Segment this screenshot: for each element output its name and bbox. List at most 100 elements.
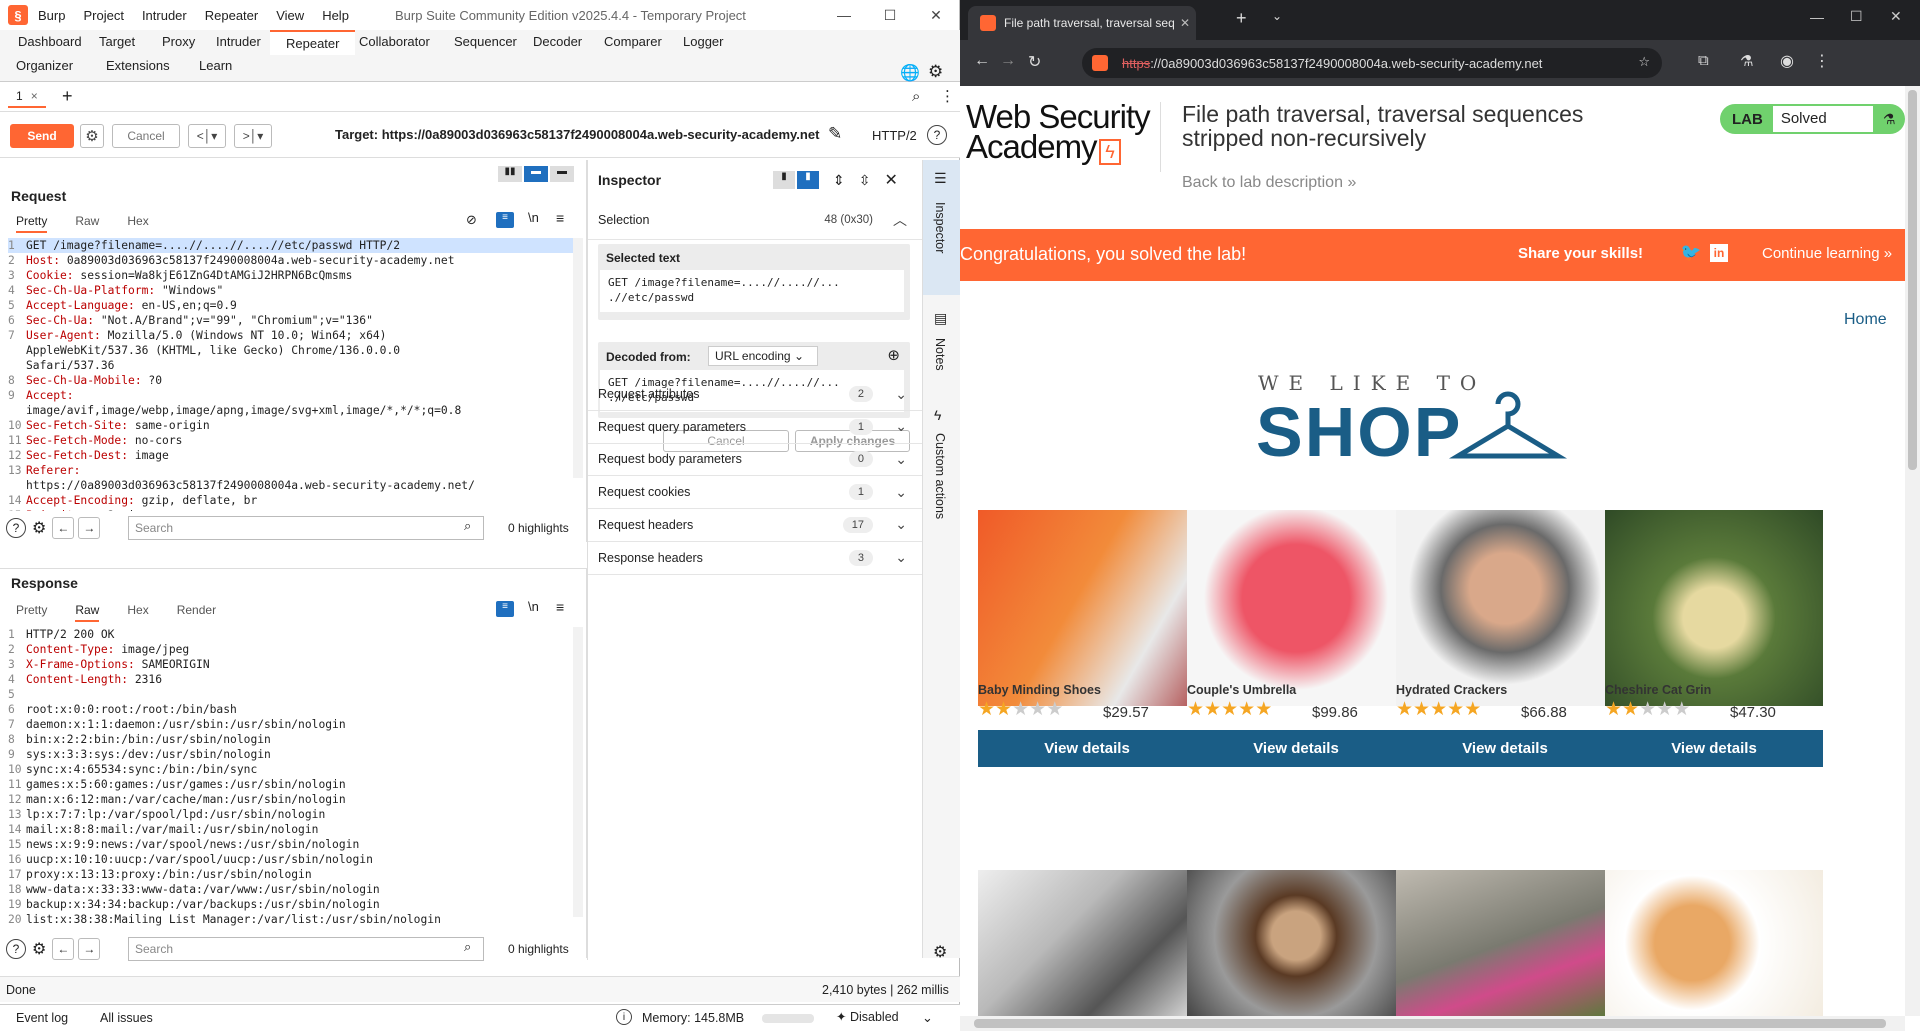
- selected-text-value[interactable]: GET /image?filename=....//....//... .//e…: [600, 270, 904, 312]
- inspector-section-row[interactable]: Response headers 3 ⌄: [588, 542, 923, 575]
- tab-hex[interactable]: Hex: [127, 214, 148, 233]
- chevron-down-icon[interactable]: ⌄: [895, 549, 907, 566]
- side-tab-inspector[interactable]: ☰ Inspector: [923, 160, 960, 295]
- close-icon[interactable]: ✕: [913, 0, 959, 30]
- layout-split-icon[interactable]: ▮▮: [498, 166, 522, 182]
- menu-icon[interactable]: ⋮: [1814, 51, 1830, 71]
- chevron-down-icon[interactable]: ⌄: [895, 516, 907, 533]
- help-icon[interactable]: ?: [6, 518, 26, 538]
- linkedin-icon[interactable]: in: [1710, 244, 1728, 262]
- prev-match-icon[interactable]: ←: [52, 517, 75, 539]
- http-version[interactable]: HTTP/2: [872, 128, 917, 143]
- forward-nav-button[interactable]: >│▾: [234, 124, 272, 148]
- tab-organizer[interactable]: Organizer: [0, 54, 89, 77]
- academy-logo[interactable]: Web Security Academy ϟ: [966, 100, 1151, 165]
- more-menu-icon[interactable]: ⋮: [940, 87, 955, 105]
- page-scroll-thumb[interactable]: [1908, 90, 1917, 470]
- globe-icon[interactable]: 🌐: [900, 63, 920, 83]
- profile-icon[interactable]: ◉: [1780, 51, 1794, 71]
- settings-gear-icon[interactable]: ⚙: [933, 942, 947, 962]
- chevron-down-icon[interactable]: ⌄: [922, 1010, 933, 1026]
- wrap-icon[interactable]: ≡: [496, 601, 514, 617]
- minimize-icon[interactable]: —: [821, 0, 867, 30]
- inspector-section-row[interactable]: Request attributes 2 ⌄: [588, 378, 923, 411]
- view-details-button[interactable]: View details: [978, 730, 1196, 767]
- layout-left-icon[interactable]: ▮: [773, 171, 795, 189]
- minimize-icon[interactable]: —: [1810, 9, 1824, 25]
- chevron-down-icon[interactable]: ⌄: [895, 484, 907, 501]
- search-icon[interactable]: ⌕: [912, 88, 920, 105]
- inspector-section-row[interactable]: Request query parameters 1 ⌄: [588, 411, 923, 444]
- view-details-button[interactable]: View details: [1187, 730, 1405, 767]
- chevron-down-icon[interactable]: ⌄: [895, 418, 907, 435]
- tab-raw[interactable]: Raw: [75, 214, 99, 233]
- response-search-input[interactable]: Search: [128, 937, 484, 961]
- menu-item-view[interactable]: View: [276, 8, 304, 23]
- inspector-section-row[interactable]: Request headers 17 ⌄: [588, 509, 923, 542]
- layout-toggle[interactable]: ▮▮ ▬ ▬: [498, 165, 578, 183]
- product-image[interactable]: [978, 510, 1196, 706]
- decode-select[interactable]: URL encoding ⌄: [708, 346, 818, 366]
- layout-right-icon[interactable]: ▮: [797, 171, 819, 189]
- tab-comparer[interactable]: Comparer: [588, 30, 678, 53]
- request-editor[interactable]: 1 GET /image?filename=....//....//....//e…: [8, 238, 573, 511]
- menu-item-intruder[interactable]: Intruder: [142, 8, 187, 23]
- tab-list-icon[interactable]: ⌄: [1272, 9, 1282, 23]
- tab-pretty[interactable]: Pretty: [16, 214, 48, 233]
- back-to-lab-link[interactable]: Back to lab description »: [1182, 174, 1356, 192]
- product-image-typewriter[interactable]: [978, 870, 1196, 1016]
- next-match-icon[interactable]: →: [78, 517, 101, 539]
- tab-raw[interactable]: Raw: [75, 603, 100, 622]
- response-scrollbar[interactable]: [573, 627, 583, 917]
- edit-target-icon[interactable]: ✎: [828, 124, 842, 144]
- product-image[interactable]: [1187, 510, 1405, 706]
- tab-extensions[interactable]: Extensions: [90, 54, 186, 77]
- all-issues-link[interactable]: All issues: [100, 1011, 153, 1025]
- tab-intruder[interactable]: Intruder: [200, 30, 277, 53]
- request-scrollbar[interactable]: [573, 238, 583, 478]
- ai-status[interactable]: ✦ Disabled: [836, 1009, 899, 1024]
- menu-item-repeater[interactable]: Repeater: [205, 8, 258, 23]
- menu-icon[interactable]: ≡: [556, 210, 564, 226]
- twitter-icon[interactable]: 🐦: [1680, 243, 1701, 263]
- cancel-button[interactable]: Cancel: [112, 124, 180, 148]
- newline-icon[interactable]: \n: [528, 210, 539, 225]
- tab-logger[interactable]: Logger: [667, 30, 739, 53]
- menu-item-project[interactable]: Project: [83, 8, 123, 23]
- next-match-icon[interactable]: →: [78, 938, 101, 960]
- send-button[interactable]: Send: [10, 124, 74, 148]
- horizontal-scroll-thumb[interactable]: [974, 1019, 1886, 1028]
- close-icon[interactable]: ✕: [884, 170, 897, 190]
- side-tab-custom-actions[interactable]: ϟ Custom actions: [923, 405, 960, 565]
- close-tab-icon[interactable]: ×: [31, 89, 38, 103]
- home-link[interactable]: Home: [1844, 311, 1887, 329]
- page-scrollbar[interactable]: [1905, 86, 1920, 1016]
- tab-collaborator[interactable]: Collaborator: [343, 30, 446, 53]
- reload-icon[interactable]: ↻: [1028, 52, 1041, 72]
- settings-gear-icon[interactable]: ⚙: [928, 62, 943, 82]
- close-icon[interactable]: ✕: [1890, 8, 1902, 25]
- maximize-icon[interactable]: ☐: [1850, 8, 1863, 25]
- chevron-down-icon[interactable]: ⌄: [895, 386, 907, 403]
- collapse-icon[interactable]: ⇳: [859, 172, 871, 189]
- tab-learn[interactable]: Learn: [183, 54, 248, 77]
- settings-gear-icon[interactable]: ⚙: [32, 939, 46, 959]
- add-tab-icon[interactable]: +: [62, 86, 73, 107]
- back-icon[interactable]: ←: [974, 52, 990, 70]
- bookmark-star-icon[interactable]: ☆: [1638, 54, 1650, 70]
- wrap-icon[interactable]: ≡: [496, 212, 514, 228]
- chevron-up-icon[interactable]: ︿: [893, 210, 907, 230]
- extensions-icon[interactable]: ⧉: [1698, 52, 1709, 69]
- event-log-link[interactable]: Event log: [16, 1011, 68, 1025]
- new-tab-icon[interactable]: +: [1236, 8, 1247, 29]
- labs-icon[interactable]: ⚗: [1740, 52, 1753, 70]
- chevron-down-icon[interactable]: ⌄: [895, 451, 907, 468]
- back-nav-button[interactable]: <│▾: [188, 124, 226, 148]
- tab-render[interactable]: Render: [177, 603, 216, 622]
- settings-gear-icon[interactable]: ⚙: [80, 124, 104, 148]
- inspector-section-row[interactable]: Request body parameters 0 ⌄: [588, 443, 923, 477]
- prev-match-icon[interactable]: ←: [52, 938, 75, 960]
- response-editor[interactable]: 1 HTTP/2 200 OK 2 Content-Type: image/jpeg 3…: [8, 627, 573, 930]
- tab-decoder[interactable]: Decoder: [517, 30, 598, 53]
- menu-item-help[interactable]: Help: [322, 8, 349, 23]
